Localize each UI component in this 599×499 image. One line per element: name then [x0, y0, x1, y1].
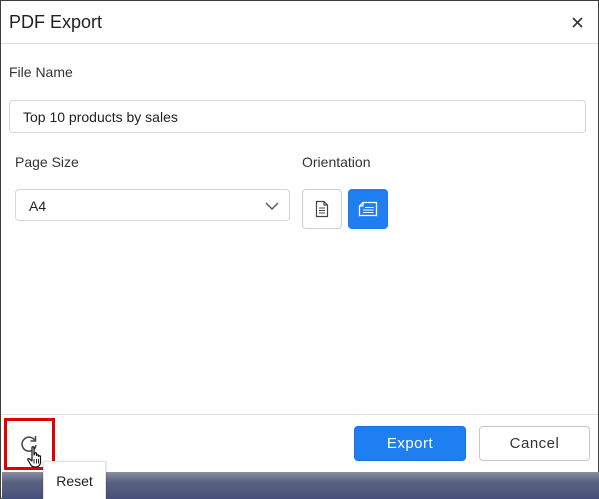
cancel-button[interactable]: Cancel [479, 426, 590, 461]
portrait-orientation-button[interactable] [302, 189, 342, 229]
footer-divider [1, 414, 598, 415]
file-name-input[interactable] [9, 100, 586, 133]
reset-tooltip: Reset [43, 461, 106, 499]
chevron-down-icon [265, 202, 279, 210]
close-button[interactable] [566, 11, 588, 33]
landscape-orientation-button[interactable] [348, 189, 388, 229]
page-size-label: Page Size [15, 154, 79, 170]
close-icon [571, 16, 583, 28]
pdf-export-dialog: PDF Export File Name Page Size A4 Orient… [0, 0, 599, 499]
landscape-page-icon [358, 201, 378, 217]
reset-button[interactable] [11, 426, 47, 462]
page-size-dropdown[interactable]: A4 [15, 189, 290, 221]
portrait-page-icon [315, 200, 329, 218]
orientation-label: Orientation [302, 154, 371, 170]
file-name-label: File Name [9, 64, 73, 80]
dialog-title: PDF Export [9, 12, 103, 32]
reset-icon [21, 436, 37, 452]
export-button[interactable]: Export [354, 426, 466, 461]
page-size-value: A4 [29, 198, 47, 214]
dialog-header: PDF Export [1, 1, 598, 44]
